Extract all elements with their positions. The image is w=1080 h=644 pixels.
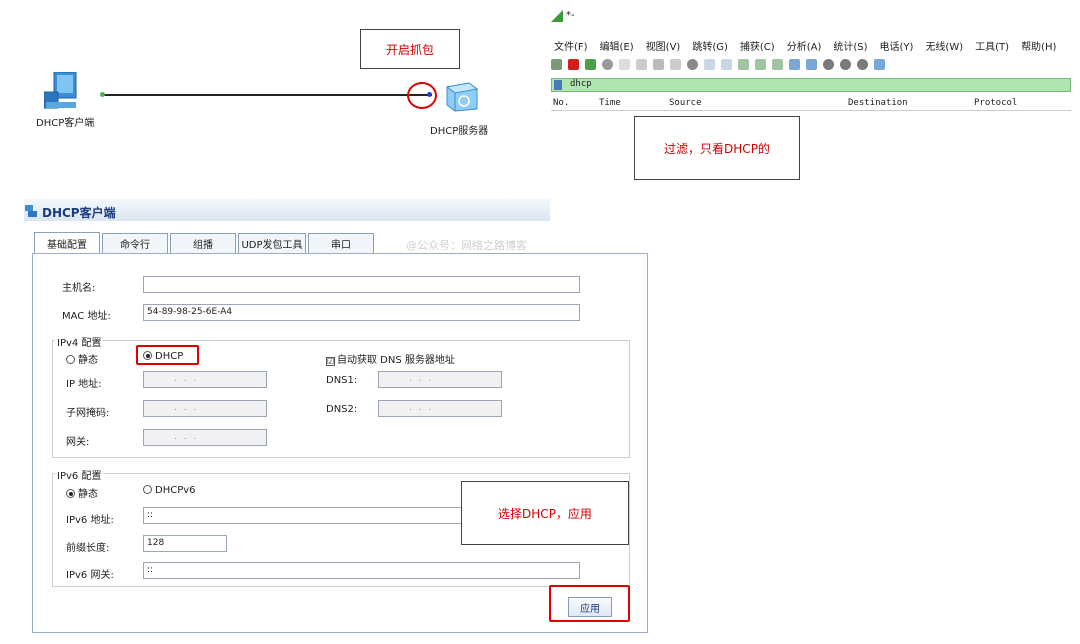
mac-label: MAC 地址: (62, 311, 111, 322)
resize-columns-icon[interactable] (874, 58, 885, 70)
wireshark-menubar: 文件(F) 编辑(E) 视图(V) 跳转(G) 捕获(C) 分析(A) 统计(S… (554, 38, 1056, 53)
dialog-app-icon (24, 204, 38, 218)
gateway-label: 网关: (66, 437, 90, 448)
pc-icon[interactable] (43, 71, 78, 110)
radio-icon (143, 485, 152, 494)
menu-view[interactable]: 视图(V) (646, 38, 681, 53)
menu-tools[interactable]: 工具(T) (975, 38, 1009, 53)
prev-packet-icon[interactable] (704, 58, 715, 70)
ipv4-static-option[interactable]: 静态 (66, 351, 98, 366)
auto-dns-checkbox[interactable]: ☑ 自动获取 DNS 服务器地址 (326, 351, 455, 366)
apply-button[interactable]: 应用 (568, 597, 612, 617)
menu-statistics[interactable]: 统计(S) (833, 38, 867, 53)
callout-apply: 选择DHCP，应用 (461, 481, 629, 545)
column-destination[interactable]: Destination (848, 98, 908, 108)
ipv6-gw-input[interactable]: :: (143, 562, 580, 579)
dns2-input[interactable]: . . . (378, 400, 502, 417)
tab-multicast[interactable]: 组播 (170, 233, 236, 253)
close-file-icon[interactable] (653, 58, 664, 70)
mask-input[interactable]: . . . (143, 400, 267, 417)
packet-list-header: No. Time Source Destination Protocol (551, 96, 1071, 111)
display-filter-bar[interactable] (551, 78, 1071, 92)
ipv6-addr-label: IPv6 地址: (66, 515, 114, 526)
wireshark-title: *- (566, 10, 575, 21)
display-filter-input[interactable]: dhcp (570, 79, 592, 89)
menu-telephony[interactable]: 电话(Y) (880, 38, 914, 53)
ipv6-dhcpv6-label: DHCPv6 (155, 485, 196, 496)
stop-capture-icon[interactable] (568, 58, 579, 70)
tab-udp-tool[interactable]: UDP发包工具 (238, 233, 306, 253)
tab-command-line[interactable]: 命令行 (102, 233, 168, 253)
radio-selected-icon (143, 351, 152, 360)
column-protocol[interactable]: Protocol (974, 98, 1017, 108)
dns2-label: DNS2: (326, 404, 358, 415)
watermark: @公众号：网络之路博客 (406, 239, 527, 252)
open-file-icon[interactable] (619, 58, 630, 70)
ipv4-dhcp-label: DHCP (155, 351, 184, 362)
menu-help[interactable]: 帮助(H) (1021, 38, 1056, 53)
ipv4-static-label: 静态 (78, 355, 98, 366)
radio-icon (66, 355, 75, 364)
menu-file[interactable]: 文件(F) (554, 38, 588, 53)
column-time[interactable]: Time (599, 98, 621, 108)
last-packet-icon[interactable] (772, 58, 783, 70)
next-packet-icon[interactable] (721, 58, 732, 70)
ipv4-group-label: IPv4 配置 (55, 334, 104, 349)
ipv6-static-label: 静态 (78, 489, 98, 500)
ipv6-static-option[interactable]: 静态 (66, 485, 98, 500)
save-file-icon[interactable] (636, 58, 647, 70)
prefix-input[interactable]: 128 (143, 535, 227, 552)
column-source[interactable]: Source (669, 98, 702, 108)
start-capture-icon[interactable] (551, 58, 562, 70)
client-label: DHCP客户端 (36, 118, 95, 129)
hostname-input[interactable] (143, 276, 580, 293)
ipv4-dhcp-option[interactable]: DHCP (143, 351, 183, 362)
capture-options-icon[interactable] (602, 58, 613, 70)
capture-highlight (407, 82, 437, 109)
server-label: DHCP服务器 (430, 126, 489, 137)
mac-input[interactable]: 54-89-98-25-6E-A4 (143, 304, 580, 321)
radio-selected-icon (66, 489, 75, 498)
dns1-input[interactable]: . . . (378, 371, 502, 388)
zoom-in-icon[interactable] (823, 58, 834, 70)
autoscroll-icon[interactable] (789, 58, 800, 70)
colorize-icon[interactable] (806, 58, 817, 70)
auto-dns-label: 自动获取 DNS 服务器地址 (337, 355, 455, 366)
hostname-label: 主机名: (62, 283, 96, 294)
checkbox-icon: ☑ (326, 357, 335, 366)
bookmark-icon[interactable] (554, 80, 562, 90)
tab-basic-config[interactable]: 基础配置 (34, 232, 100, 254)
wireshark-toolbar (551, 56, 885, 72)
prefix-label: 前缀长度: (66, 543, 110, 554)
find-packet-icon[interactable] (687, 58, 698, 70)
ip-input[interactable]: . . . (143, 371, 267, 388)
ipv6-gw-label: IPv6 网关: (66, 570, 114, 581)
tab-serial[interactable]: 串口 (308, 233, 374, 253)
client-port-dot (100, 92, 105, 97)
menu-edit[interactable]: 编辑(E) (600, 38, 634, 53)
server-icon[interactable] (443, 79, 479, 113)
zoom-out-icon[interactable] (840, 58, 851, 70)
wireshark-fin-icon (551, 10, 563, 22)
dialog-title: DHCP客户端 (42, 206, 116, 220)
dns1-label: DNS1: (326, 375, 358, 386)
network-link[interactable] (102, 94, 432, 96)
menu-analyze[interactable]: 分析(A) (787, 38, 822, 53)
ip-label: IP 地址: (66, 379, 102, 390)
go-to-packet-icon[interactable] (738, 58, 749, 70)
ipv6-group-label: IPv6 配置 (55, 467, 104, 482)
menu-wireless[interactable]: 无线(W) (925, 38, 963, 53)
zoom-normal-icon[interactable] (857, 58, 868, 70)
callout-capture: 开启抓包 (360, 29, 460, 69)
menu-go[interactable]: 跳转(G) (692, 38, 728, 53)
callout-filter: 过滤，只看DHCP的 (634, 116, 800, 180)
restart-capture-icon[interactable] (585, 58, 596, 70)
mask-label: 子网掩码: (66, 408, 110, 419)
column-no[interactable]: No. (553, 98, 569, 108)
first-packet-icon[interactable] (755, 58, 766, 70)
reload-icon[interactable] (670, 58, 681, 70)
gateway-input[interactable]: . . . (143, 429, 267, 446)
menu-capture[interactable]: 捕获(C) (740, 38, 775, 53)
ipv6-dhcpv6-option[interactable]: DHCPv6 (143, 485, 196, 496)
